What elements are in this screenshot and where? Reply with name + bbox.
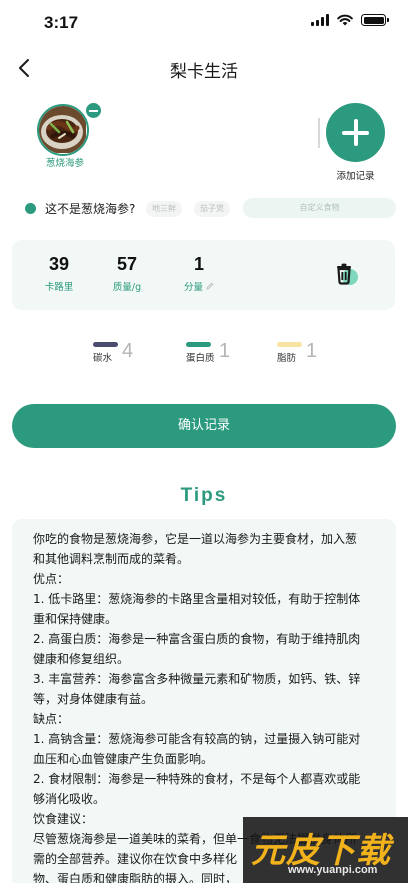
remove-food-button[interactable] — [85, 102, 102, 119]
macro-color-bar — [277, 342, 302, 347]
tips-line: 等，对身体健康有益。 — [33, 692, 154, 706]
tips-line: 和其他调料烹制而成的菜肴。 — [33, 552, 190, 566]
mass-stat: 57 质量/g — [97, 254, 157, 293]
food-photo — [37, 104, 89, 156]
macro-color-bar — [186, 342, 211, 347]
tips-line: 1. 高钠含量：葱烧海参可能含有较高的钠，过量摄入钠可能对 — [33, 732, 361, 746]
recognized-food-item[interactable]: 葱烧海参 — [37, 102, 102, 169]
tips-line: 健康和修复组织。 — [33, 652, 130, 666]
wifi-icon — [337, 14, 353, 26]
alternatives-question: 这不是葱烧海参? — [45, 202, 136, 216]
status-icons — [311, 14, 389, 26]
calories-label: 卡路里 — [44, 282, 74, 293]
status-bar: 3:17 — [0, 0, 408, 44]
pencil-icon[interactable] — [206, 282, 214, 290]
trash-icon — [337, 263, 358, 285]
cellular-signal-icon — [311, 14, 329, 26]
tips-line: 3. 丰富营养：海参富含多种微量元素和矿物质，如钙、铁、锌 — [33, 672, 361, 686]
nav-bar: 梨卡生活 — [0, 48, 408, 88]
macro-color-bar — [93, 342, 118, 347]
add-record-button[interactable] — [326, 103, 385, 162]
mass-label: 质量/g — [112, 282, 142, 293]
tips-line: 2. 食材限制：海参是一种特殊的食材，不是每个人都喜欢或能 — [33, 772, 361, 786]
page-title: 梨卡生活 — [170, 62, 238, 82]
delete-button[interactable] — [330, 259, 362, 291]
custom-food-button[interactable]: 自定义食物 — [243, 198, 396, 218]
tips-line: 你吃的食物是葱烧海参，它是一道以海参为主要食材，加入葱 — [33, 532, 358, 546]
alternatives-row: 这不是葱烧海参? 地三鲜 茄子煲 自定义食物 — [25, 198, 397, 220]
tips-line: 2. 高蛋白质：海参是一种富含蛋白质的食物，有助于维持肌肉 — [33, 632, 361, 646]
add-record-label: 添加记录 — [336, 171, 375, 182]
calories-value: 39 — [48, 254, 70, 274]
watermark-logo: 元皮下载 www.yuanpi.com — [243, 817, 408, 883]
nutrition-card: 39 卡路里 57 质量/g 1 分量 — [12, 240, 395, 310]
tips-line: 缺点： — [33, 712, 70, 726]
macro-label: 脂肪 — [277, 353, 297, 364]
dot-icon — [25, 203, 36, 214]
macro-value: 1 — [306, 340, 318, 362]
watermark-url: www.yuanpi.com — [288, 864, 378, 876]
macro-value: 1 — [219, 340, 231, 362]
alternative-chip[interactable]: 茄子煲 — [194, 201, 230, 217]
tips-line: 优点： — [33, 572, 70, 586]
macros-row: 碳水 4 蛋白质 1 脂肪 1 — [0, 340, 408, 364]
portion-value: 1 — [193, 254, 204, 274]
battery-icon — [361, 14, 389, 26]
macro-label: 碳水 — [93, 353, 113, 364]
confirm-record-button[interactable]: 确认记录 — [12, 404, 396, 448]
macro-value: 4 — [122, 340, 134, 362]
portion-stat[interactable]: 1 分量 — [169, 254, 229, 293]
mass-value: 57 — [116, 254, 138, 274]
tips-title: Tips — [180, 485, 228, 506]
tips-line: 血压和心血管健康产生负面影响。 — [33, 752, 214, 766]
tips-line: 1. 低卡路里：葱烧海参的卡路里含量相对较低，有助于控制体 — [33, 592, 361, 606]
food-name: 葱烧海参 — [45, 158, 84, 169]
tips-line: 够消化吸收。 — [33, 792, 106, 806]
macro-label: 蛋白质 — [186, 353, 215, 364]
portion-label: 分量 — [183, 282, 203, 293]
alternative-chip[interactable]: 地三鲜 — [146, 201, 182, 217]
tips-line: 重和保持健康。 — [33, 612, 118, 626]
calories-stat: 39 卡路里 — [29, 254, 89, 293]
status-time: 3:17 — [44, 13, 79, 32]
divider — [318, 118, 320, 148]
